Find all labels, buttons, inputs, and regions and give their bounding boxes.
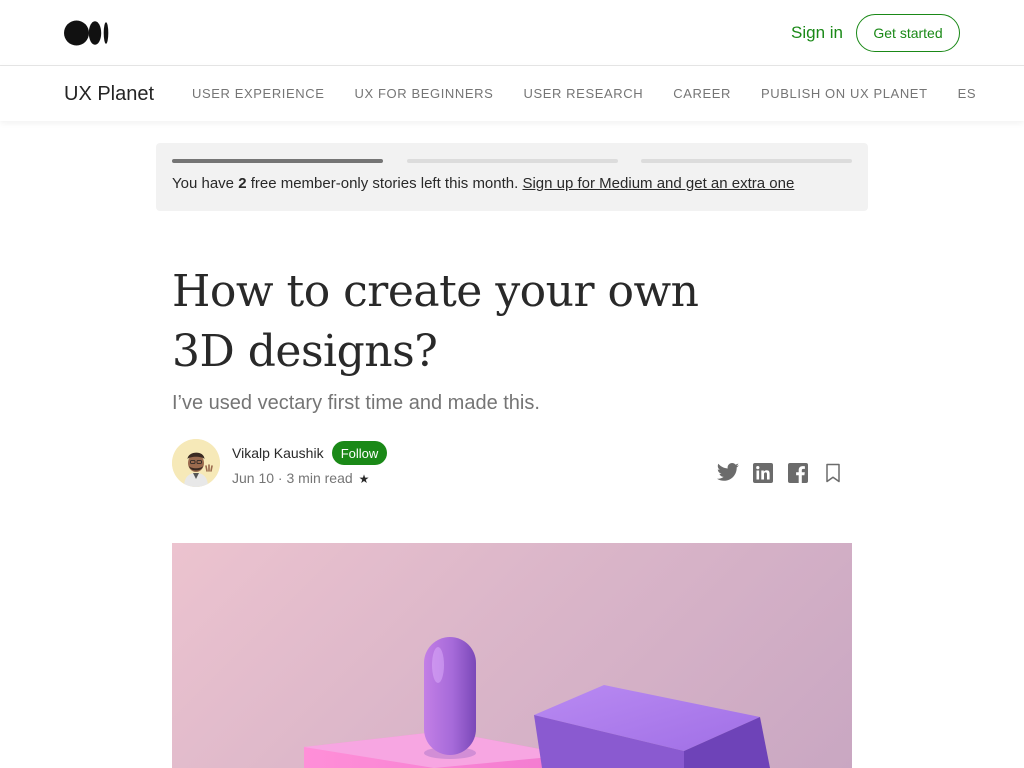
meter-progress-segment — [407, 159, 618, 163]
article-meta: Jun 10 · 3 min read ★ — [232, 470, 369, 486]
article-hero-image — [172, 543, 852, 768]
publication-name[interactable]: UX Planet — [64, 83, 154, 106]
nav-item-career[interactable]: CAREER — [673, 86, 731, 101]
top-bar: Sign in Get started — [0, 0, 1024, 66]
article-subtitle: I’ve used vectary first time and made th… — [172, 392, 540, 414]
nav-item-user-experience[interactable]: USER EXPERIENCE — [192, 86, 325, 101]
follow-button[interactable]: Follow — [332, 441, 387, 465]
meta-separator: · — [274, 470, 287, 486]
publication-nav-items: USER EXPERIENCE UX FOR BEGINNERS USER RE… — [192, 86, 1006, 101]
get-started-button[interactable]: Get started — [856, 14, 960, 52]
author-name[interactable]: Vikalp Kaushik — [232, 445, 324, 461]
nav-item-es[interactable]: ES — [958, 86, 977, 101]
meter-message: You have 2 free member-only stories left… — [172, 175, 794, 192]
nav-item-ux-for-beginners[interactable]: UX FOR BEGINNERS — [355, 86, 494, 101]
meter-count: 2 — [238, 175, 247, 192]
member-stories-banner: You have 2 free member-only stories left… — [156, 143, 868, 211]
share-actions — [716, 462, 856, 484]
meter-prefix: You have — [172, 175, 239, 192]
meter-progress-segment — [641, 159, 852, 163]
twitter-icon[interactable] — [716, 462, 740, 484]
meter-progress-segment — [172, 159, 383, 163]
member-star-icon: ★ — [358, 472, 370, 486]
bookmark-icon[interactable] — [821, 462, 845, 484]
author-avatar[interactable] — [172, 439, 220, 487]
nav-item-user-research[interactable]: USER RESEARCH — [523, 86, 643, 101]
publication-nav: UX Planet USER EXPERIENCE UX FOR BEGINNE… — [0, 66, 1024, 121]
facebook-icon[interactable] — [786, 462, 810, 484]
article-title: How to create your own 3D designs? — [172, 266, 699, 377]
sign-up-link[interactable]: Sign up for Medium and get an extra one — [522, 175, 794, 192]
nav-item-publish-on-ux-planet[interactable]: PUBLISH ON UX PLANET — [761, 86, 928, 101]
sign-in-link[interactable]: Sign in — [791, 23, 843, 43]
medium-logo-icon[interactable] — [64, 20, 110, 46]
meter-suffix: free member-only stories left this month… — [246, 175, 523, 192]
read-time: 3 min read — [286, 470, 353, 486]
linkedin-icon[interactable] — [751, 462, 775, 484]
publish-date: Jun 10 — [232, 470, 275, 486]
